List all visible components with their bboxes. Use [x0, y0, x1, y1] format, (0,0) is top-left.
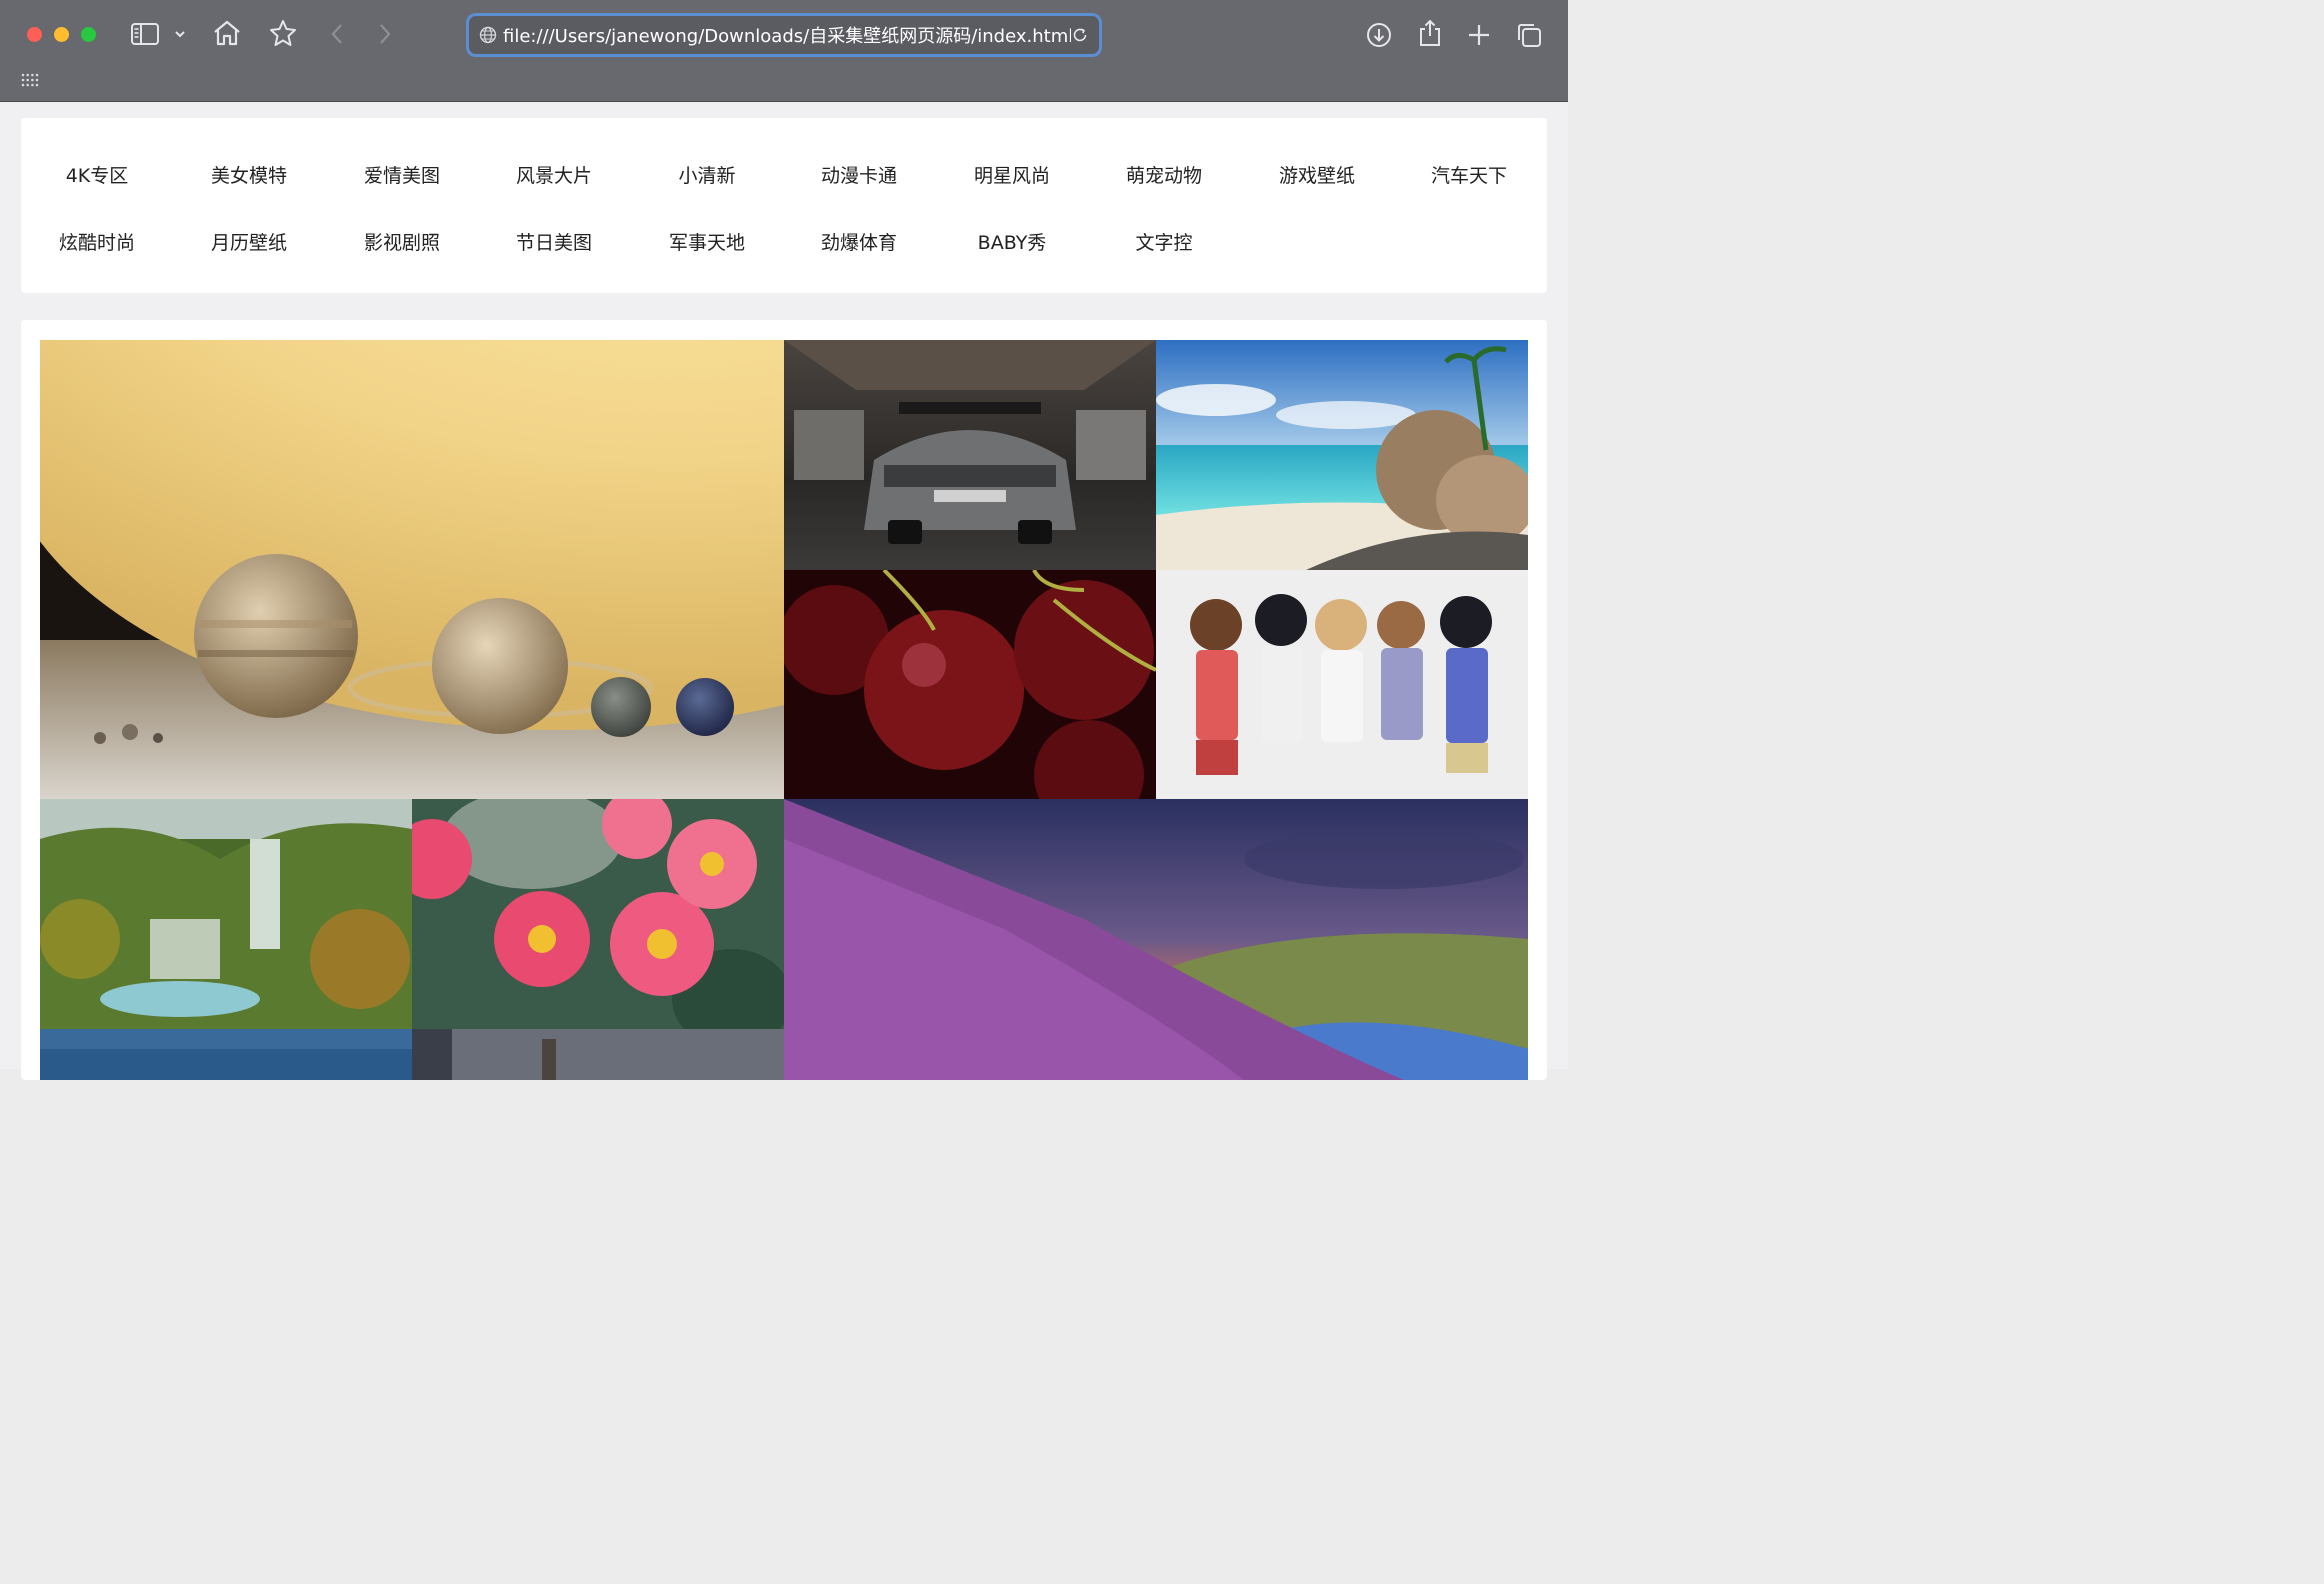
- nav-item-baby[interactable]: BABY秀: [936, 228, 1088, 255]
- wallpaper-tile-camellia[interactable]: [412, 799, 784, 1029]
- nav-item-models[interactable]: 美女模特: [173, 161, 325, 188]
- wallpaper-grid: [21, 320, 1547, 1080]
- page-content: 4K专区 美女模特 爱情美图 风景大片 小清新 动漫卡通 明星风尚 萌宠动物 游…: [0, 103, 1568, 1080]
- nav-item-holiday[interactable]: 节日美图: [478, 228, 630, 255]
- category-nav: 4K专区 美女模特 爱情美图 风景大片 小清新 动漫卡通 明星风尚 萌宠动物 游…: [21, 118, 1547, 293]
- wallpaper-tile-cherries[interactable]: [784, 570, 1156, 799]
- wallpaper-tile-car[interactable]: [784, 340, 1156, 570]
- wallpaper-tile-waterfall[interactable]: [40, 799, 412, 1029]
- star-icon[interactable]: [268, 19, 298, 47]
- share-icon[interactable]: [1416, 18, 1444, 48]
- nav-item-anime[interactable]: 动漫卡通: [783, 161, 935, 188]
- wallpaper-tile-beach[interactable]: [1156, 340, 1528, 570]
- nav-item-sports[interactable]: 劲爆体育: [783, 228, 935, 255]
- nav-item-fresh[interactable]: 小清新: [631, 161, 783, 188]
- home-icon[interactable]: [212, 19, 242, 47]
- nav-item-text[interactable]: 文字控: [1088, 228, 1240, 255]
- nav-item-military[interactable]: 军事天地: [631, 228, 783, 255]
- tab-grid-icon[interactable]: [21, 73, 39, 87]
- close-window-button[interactable]: [27, 27, 42, 42]
- nav-item-4k[interactable]: 4K专区: [21, 161, 173, 188]
- globe-icon: [479, 26, 497, 44]
- nav-item-cool[interactable]: 炫酷时尚: [21, 228, 173, 255]
- url-text[interactable]: file:///Users/janewong/Downloads/自采集壁纸网页…: [503, 22, 1071, 48]
- nav-item-games[interactable]: 游戏壁纸: [1241, 161, 1393, 188]
- nav-item-film[interactable]: 影视剧照: [326, 228, 478, 255]
- wallpaper-tile-planets[interactable]: [40, 340, 784, 799]
- nav-item-pets[interactable]: 萌宠动物: [1088, 161, 1240, 188]
- nav-item-landscape[interactable]: 风景大片: [478, 161, 630, 188]
- zoom-window-button[interactable]: [81, 27, 96, 42]
- reload-icon[interactable]: [1071, 26, 1089, 44]
- forward-icon[interactable]: [376, 22, 394, 46]
- minimize-window-button[interactable]: [54, 27, 69, 42]
- address-bar[interactable]: file:///Users/janewong/Downloads/自采集壁纸网页…: [466, 13, 1102, 57]
- sidebar-icon[interactable]: [130, 21, 160, 47]
- wallpaper-tile-purple-hills[interactable]: [784, 799, 1528, 1080]
- nav-item-celebrity[interactable]: 明星风尚: [936, 161, 1088, 188]
- nav-item-calendar[interactable]: 月历壁纸: [173, 228, 325, 255]
- wallpaper-tile-blue[interactable]: [40, 1029, 412, 1080]
- nav-item-cars[interactable]: 汽车天下: [1393, 161, 1545, 188]
- tabs-overview-icon[interactable]: [1515, 21, 1543, 49]
- nav-item-love[interactable]: 爱情美图: [326, 161, 478, 188]
- wallpaper-tile-anime[interactable]: [1156, 570, 1528, 799]
- new-tab-icon[interactable]: [1466, 22, 1492, 48]
- chevron-down-icon[interactable]: [173, 27, 187, 41]
- download-icon[interactable]: [1365, 21, 1393, 49]
- back-icon[interactable]: [328, 22, 346, 46]
- wallpaper-tile-tower[interactable]: [412, 1029, 784, 1080]
- browser-toolbar: file:///Users/janewong/Downloads/自采集壁纸网页…: [0, 0, 1568, 102]
